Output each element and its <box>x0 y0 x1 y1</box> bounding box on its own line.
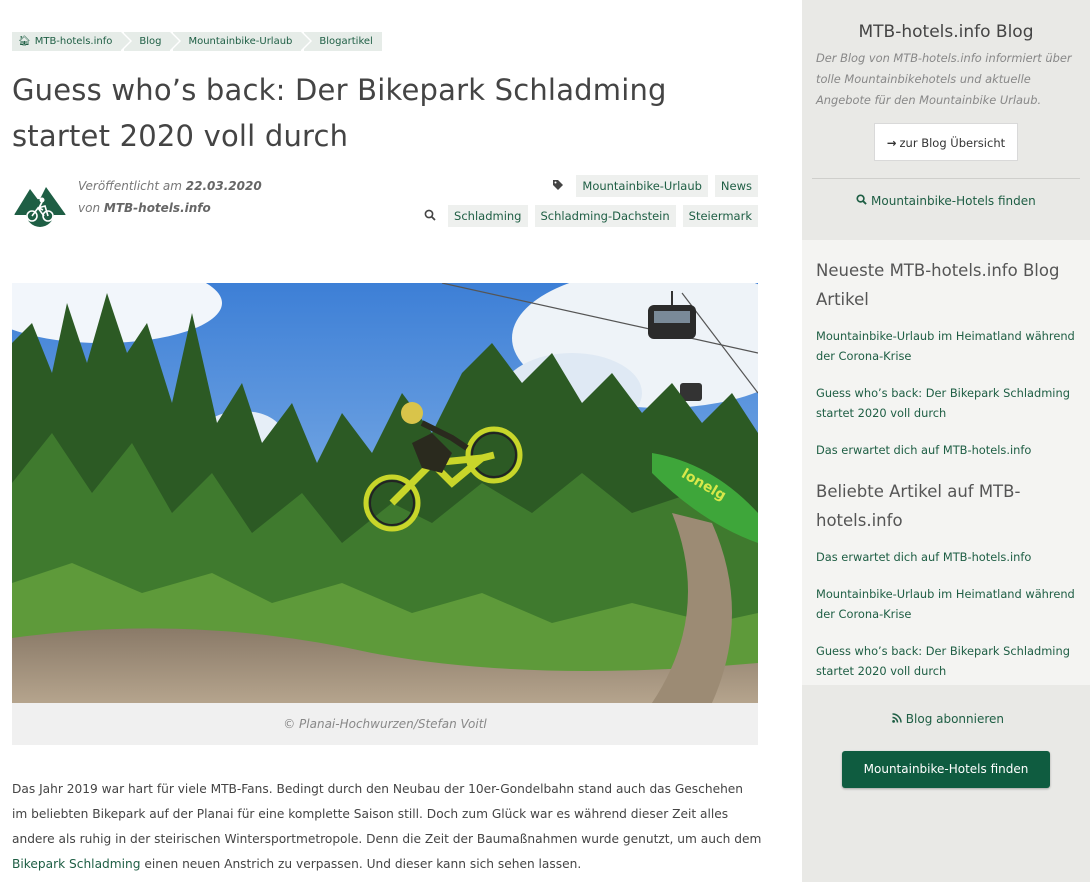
breadcrumb-category[interactable]: Mountainbike-Urlaub <box>173 32 313 51</box>
sidebar-description: Der Blog von MTB-hotels.info informiert … <box>816 51 1072 107</box>
author-link[interactable]: MTB-hotels.info <box>104 201 211 215</box>
find-hotels-button[interactable]: Mountainbike-Hotels finden <box>841 751 1051 788</box>
publish-info: Veröffentlicht am 22.03.2020 von MTB-hot… <box>78 179 262 215</box>
tag-icon <box>552 179 564 194</box>
blog-info-box: MTB-hotels.info Blog Der Blog von MTB-ho… <box>802 0 1090 240</box>
search-icon <box>424 209 436 224</box>
search-icon <box>856 194 867 208</box>
newest-heading: Neueste MTB-hotels.info Blog Artikel <box>816 261 1060 309</box>
tag-list: Schladming Schladming-Dachstein Steierma… <box>424 205 758 227</box>
find-hotels-link[interactable]: Mountainbike-Hotels finden <box>802 194 1090 208</box>
breadcrumb-home[interactable]: 🏠︎ MTB-hotels.info <box>12 32 133 51</box>
keyword-tag[interactable]: Steiermark <box>682 205 758 227</box>
publish-date: 22.03.2020 <box>185 179 262 193</box>
image-caption: © Planai-Hochwurzen/Stefan Voitl <box>12 703 758 745</box>
newest-article-link[interactable]: Das erwartet dich auf MTB-hotels.info <box>816 440 1080 460</box>
mtb-logo-icon <box>12 175 68 231</box>
popular-article-link[interactable]: Das erwartet dich auf MTB-hotels.info <box>816 547 1080 567</box>
blog-overview-button[interactable]: → zur Blog Übersicht <box>873 123 1019 161</box>
category-tag[interactable]: News <box>714 175 758 197</box>
home-icon: 🏠︎ <box>18 36 31 47</box>
divider <box>812 178 1080 179</box>
page-title: Guess who’s back: Der Bikepark Schladmin… <box>12 73 667 153</box>
newest-article-link[interactable]: Guess who’s back: Der Bikepark Schladmin… <box>816 383 1080 423</box>
author-avatar <box>12 175 68 231</box>
bikepark-schladming-link[interactable]: Bikepark Schladming <box>12 857 141 871</box>
popular-heading: Beliebte Artikel auf MTB-hotels.info <box>816 482 1021 530</box>
category-tag[interactable]: Mountainbike-Urlaub <box>576 175 708 197</box>
keyword-tag[interactable]: Schladming <box>448 205 528 227</box>
breadcrumb-current: Blogartikel <box>304 32 382 51</box>
article-body: Das Jahr 2019 war hart für viele MTB-Fan… <box>12 782 762 871</box>
popular-article-link[interactable]: Mountainbike-Urlaub im Heimatland währen… <box>816 584 1080 624</box>
sidebar: MTB-hotels.info Blog Der Blog von MTB-ho… <box>802 0 1090 882</box>
newest-article-link[interactable]: Mountainbike-Urlaub im Heimatland währen… <box>816 326 1080 366</box>
article-meta: Veröffentlicht am 22.03.2020 von MTB-hot… <box>12 173 758 245</box>
category-list: Mountainbike-Urlaub News <box>552 175 758 197</box>
arrow-right-icon: → <box>886 136 897 150</box>
sidebar-title: MTB-hotels.info Blog <box>858 22 1034 42</box>
hero-image: lonelg <box>12 283 758 703</box>
rss-icon <box>892 712 902 726</box>
keyword-tag[interactable]: Schladming-Dachstein <box>534 205 676 227</box>
breadcrumb: 🏠︎ MTB-hotels.info Blog Mountainbike-Urla… <box>12 32 758 51</box>
main-content: 🏠︎ MTB-hotels.info Blog Mountainbike-Urla… <box>12 32 761 871</box>
popular-article-link[interactable]: Guess who’s back: Der Bikepark Schladmin… <box>816 641 1080 681</box>
article-lists: Neueste MTB-hotels.info Blog Artikel Mou… <box>802 240 1090 726</box>
